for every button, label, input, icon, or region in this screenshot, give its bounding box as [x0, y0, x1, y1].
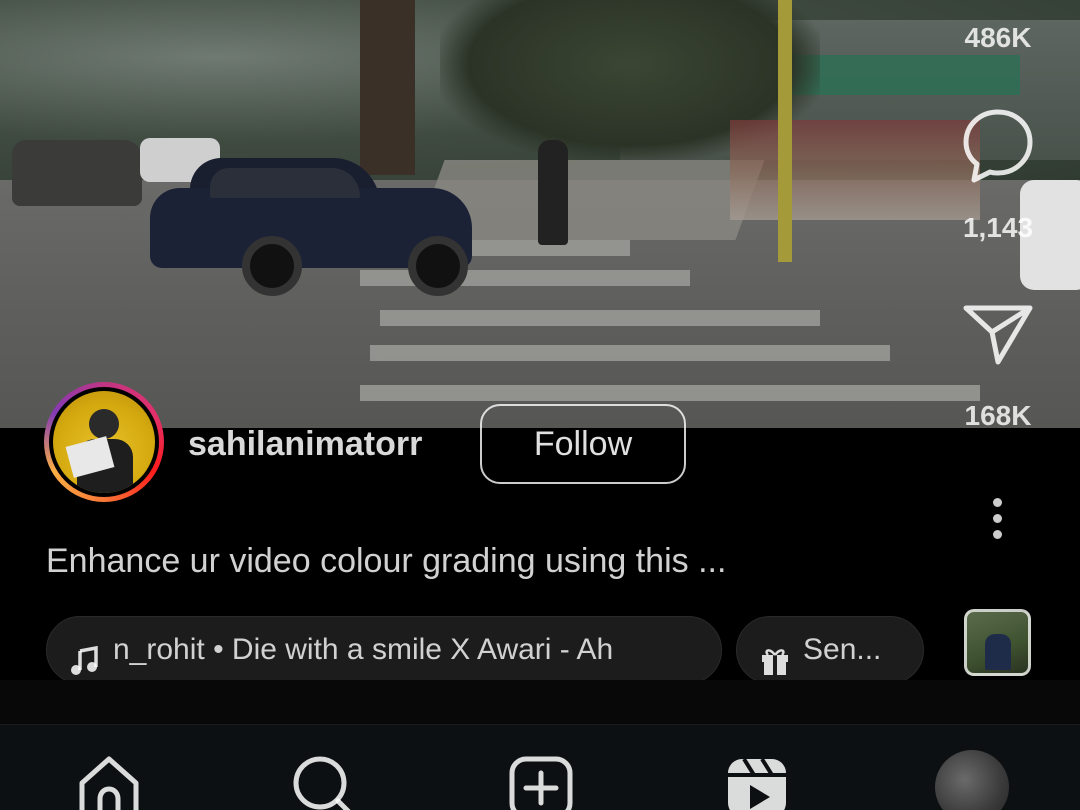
video-pedestrian: [538, 140, 568, 245]
video-pole: [778, 0, 792, 262]
bottom-navigation: [0, 724, 1080, 810]
gift-icon: [759, 635, 791, 675]
crosswalk-stripe: [370, 345, 890, 361]
music-note-icon: [69, 635, 101, 675]
crosswalk-stripe: [360, 385, 980, 401]
search-icon[interactable]: [290, 753, 356, 810]
reel-video[interactable]: [0, 0, 1080, 428]
author-avatar[interactable]: [44, 382, 164, 502]
reels-icon[interactable]: [724, 753, 790, 810]
audio-chip-label: n_rohit • Die with a smile X Awari - Ah: [113, 633, 614, 666]
comment-icon[interactable]: [960, 106, 1036, 191]
nav-separator: [0, 680, 1080, 724]
video-car-grey: [12, 140, 142, 206]
audio-chip[interactable]: n_rohit • Die with a smile X Awari - Ah: [46, 616, 722, 684]
send-icon[interactable]: [962, 300, 1034, 373]
comment-count: 1,143: [962, 212, 1034, 243]
more-vertical-icon[interactable]: [984, 498, 1010, 546]
home-icon[interactable]: [76, 753, 142, 810]
crosswalk-stripe: [380, 310, 820, 326]
follow-button[interactable]: Follow: [480, 404, 686, 484]
video-flower-stall: [730, 120, 980, 220]
add-post-icon[interactable]: [508, 753, 574, 810]
like-count: 486K: [964, 22, 1032, 53]
video-car-blue: [150, 158, 472, 298]
gift-chip-label: Sen...: [803, 633, 882, 666]
post-caption[interactable]: Enhance ur video colour grading using th…: [46, 542, 726, 581]
audio-thumbnail[interactable]: [964, 609, 1031, 676]
video-tree-trunk: [360, 0, 415, 175]
gift-chip[interactable]: Sen...: [736, 616, 924, 684]
author-username[interactable]: sahilanimatorr: [188, 425, 422, 464]
profile-avatar[interactable]: [935, 750, 1009, 810]
